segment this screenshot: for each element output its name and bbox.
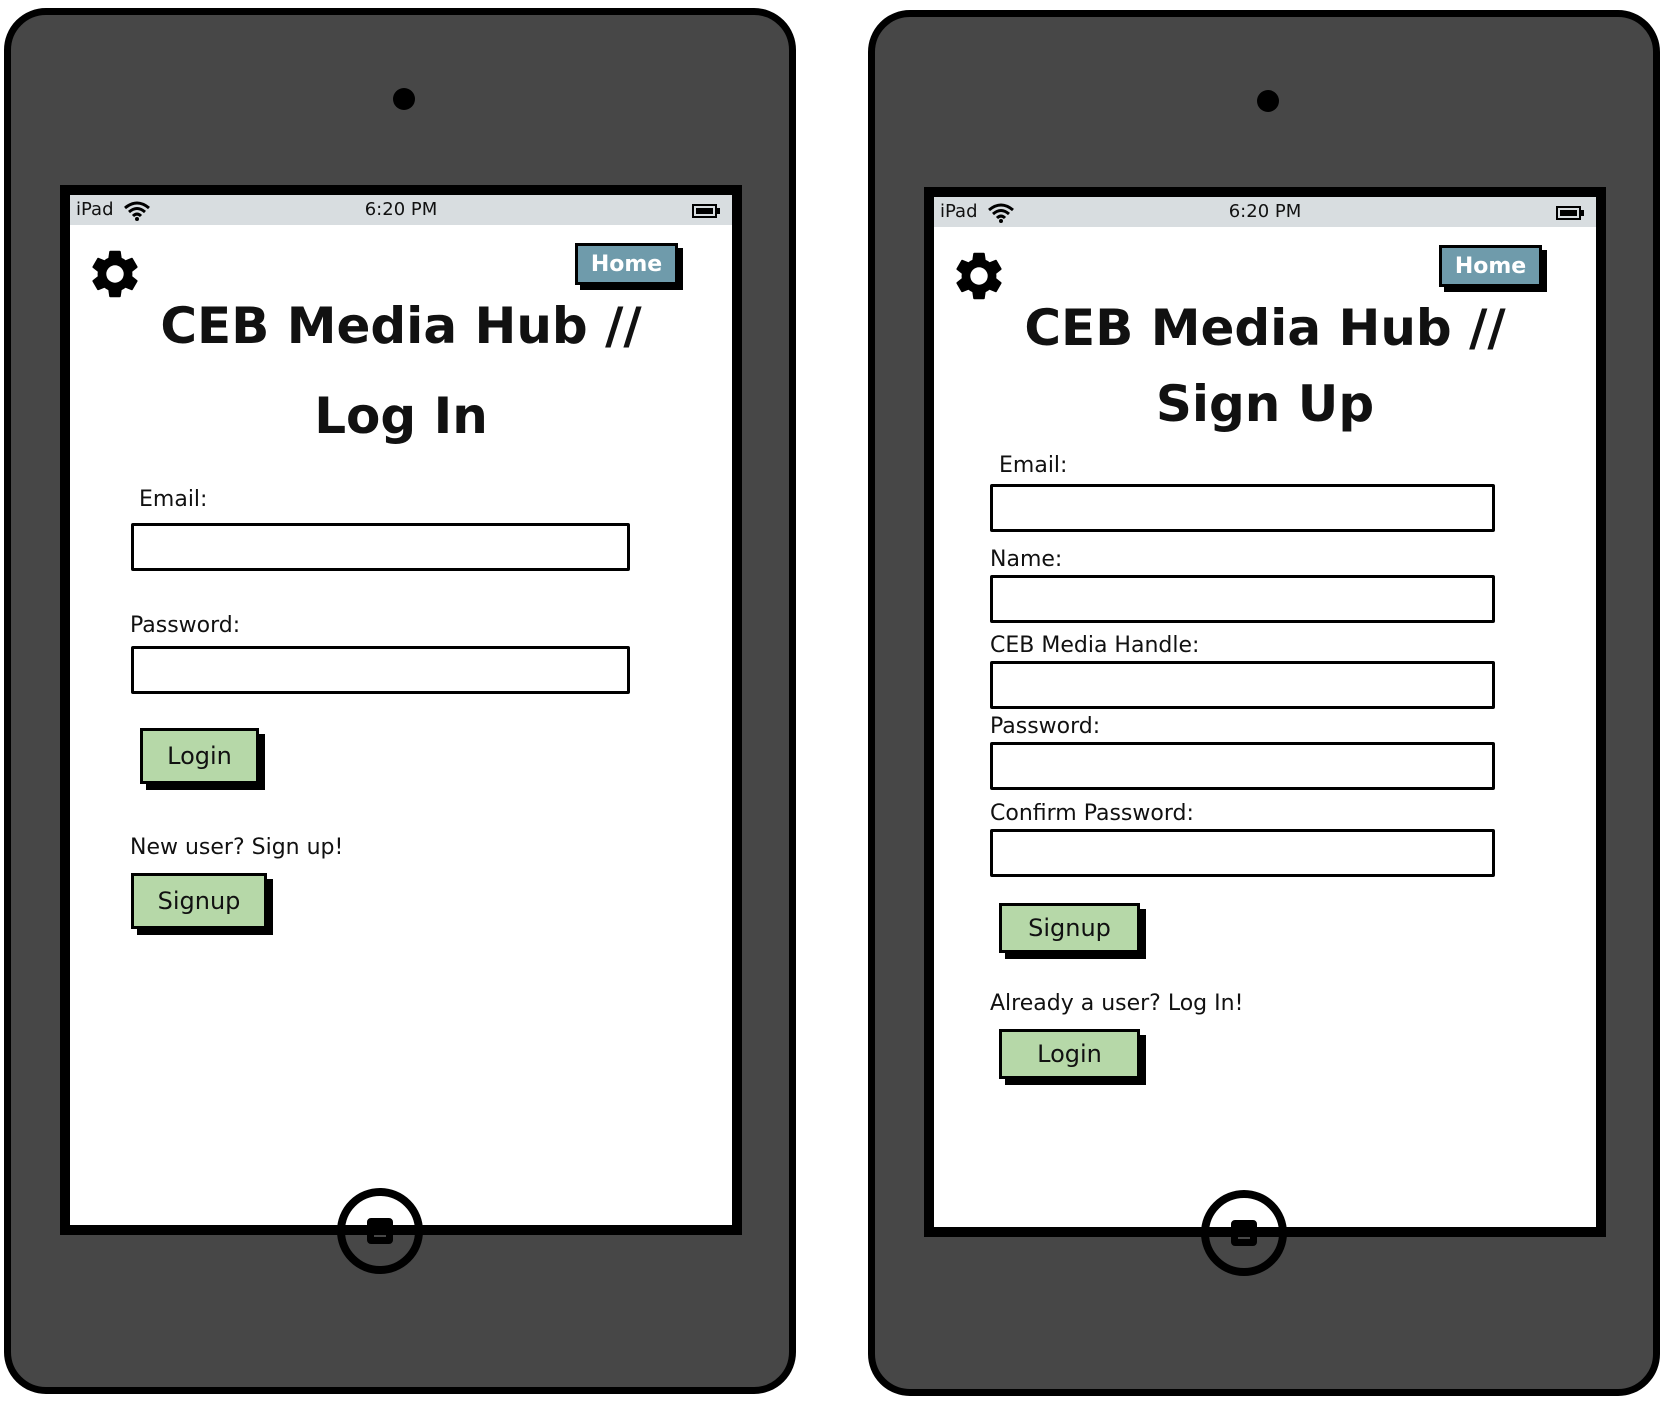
ipad-login: iPad 6:20 PM Home CEB Media Hub // Log I… [4, 8, 796, 1394]
status-time: 6:20 PM [364, 199, 438, 220]
email-label: Email: [139, 487, 208, 512]
login-screen: iPad 6:20 PM Home CEB Media Hub // Log I… [60, 185, 742, 1235]
signup-button[interactable]: Signup [131, 873, 267, 929]
battery-icon [1556, 206, 1584, 220]
handle-field[interactable] [990, 661, 1495, 709]
email-label: Email: [999, 453, 1068, 478]
password-field[interactable] [131, 646, 630, 694]
confirm-password-field[interactable] [990, 829, 1495, 877]
status-time: 6:20 PM [1228, 201, 1302, 222]
signup-screen: iPad 6:20 PM Home CEB Media Hub // Sign … [924, 187, 1606, 1237]
home-square-icon [367, 1218, 393, 1244]
name-label: Name: [990, 547, 1063, 572]
gear-icon[interactable] [86, 245, 144, 303]
home-button-hardware[interactable] [337, 1188, 423, 1274]
email-field[interactable] [990, 484, 1495, 532]
login-button[interactable]: Login [999, 1029, 1140, 1079]
home-square-icon [1231, 1220, 1257, 1246]
status-bar: iPad 6:20 PM [934, 197, 1596, 227]
signup-prompt: New user? Sign up! [130, 835, 344, 860]
email-field[interactable] [131, 523, 630, 571]
battery-icon [692, 204, 720, 218]
password-label: Password: [990, 714, 1101, 739]
confirm-password-label: Confirm Password: [990, 801, 1194, 826]
home-button[interactable]: Home [1439, 245, 1542, 287]
home-button-hardware[interactable] [1201, 1190, 1287, 1276]
signup-button[interactable]: Signup [999, 903, 1140, 953]
ipad-signup: iPad 6:20 PM Home CEB Media Hub // Sign … [868, 10, 1660, 1396]
gear-icon[interactable] [950, 247, 1008, 305]
handle-label: CEB Media Handle: [990, 633, 1200, 658]
status-bar: iPad 6:20 PM [70, 195, 732, 225]
login-prompt: Already a user? Log In! [990, 991, 1244, 1016]
name-field[interactable] [990, 575, 1495, 623]
page-title-line2: Log In [314, 387, 488, 445]
password-field[interactable] [990, 742, 1495, 790]
password-label: Password: [130, 613, 241, 638]
page-title-line2: Sign Up [1155, 375, 1375, 433]
page-title-line1: CEB Media Hub // [1024, 299, 1506, 357]
camera-icon [393, 88, 415, 110]
home-button[interactable]: Home [575, 243, 678, 285]
camera-icon [1257, 90, 1279, 112]
page-title-line1: CEB Media Hub // [160, 297, 642, 355]
login-button[interactable]: Login [140, 728, 259, 784]
